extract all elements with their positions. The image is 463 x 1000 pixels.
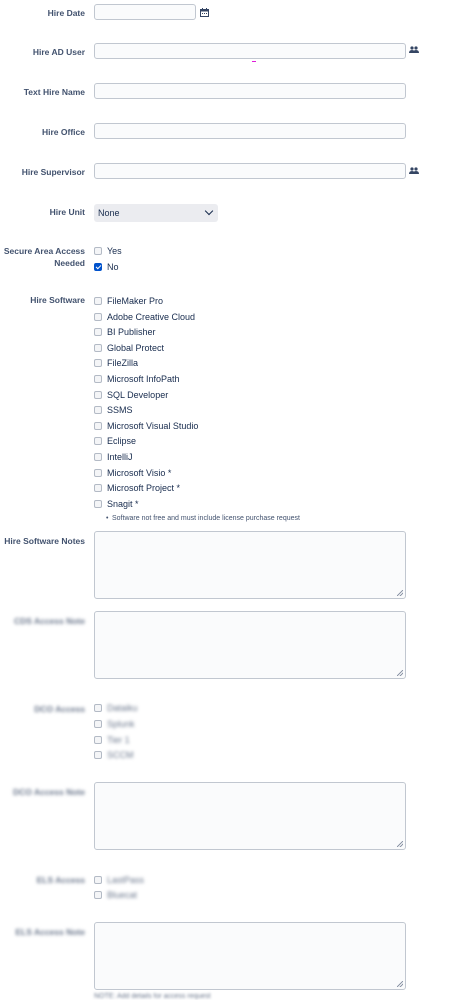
text-hire-name-input[interactable] [94,83,406,99]
hire-date-label: Hire Date [47,8,85,18]
checkbox-label: Tier 1 [107,734,130,745]
hire-unit-label: Hire Unit [49,207,85,217]
software-option-microsoft-project[interactable]: Microsoft Project * [94,481,180,494]
checkbox[interactable] [94,436,102,445]
hire-unit-selected-value: None [98,208,120,218]
checkbox-label: SQL Developer [107,389,169,400]
checkbox[interactable] [94,468,102,477]
software-option-microsoft-infopath[interactable]: Microsoft InfoPath [94,372,180,385]
checkbox[interactable] [94,750,102,759]
checkbox-label: SCCM [107,749,134,760]
checkbox-label: LastPass [107,874,145,885]
dco-option-tier-1[interactable]: Tier 1 [94,733,130,746]
secure-area-label-line1: Secure Area Access [3,246,85,256]
checkbox[interactable] [94,703,102,712]
checkbox[interactable] [94,405,102,414]
checkbox[interactable] [94,421,102,430]
checkbox-label: BI Publisher [107,326,156,337]
checkbox[interactable] [94,875,102,884]
software-license-note: Software not free and must include licen… [106,515,300,522]
checkbox[interactable] [94,390,102,399]
software-option-intellij[interactable]: IntelliJ [94,450,133,463]
checkbox-label: Microsoft Visio * [107,467,172,478]
checkbox[interactable] [94,719,102,728]
hire-date-input[interactable] [94,4,196,20]
checkbox-label: Microsoft Visual Studio [107,420,199,431]
software-option-snagit[interactable]: Snagit * [94,497,139,510]
hire-software-label: Hire Software [30,295,85,305]
hire-office-input[interactable] [94,123,406,139]
checkbox-label: FileMaker Pro [107,295,164,306]
checkbox[interactable] [94,296,102,305]
hire-unit-select[interactable]: None [94,204,218,222]
text-hire-name-label: Text Hire Name [23,87,85,97]
hire-office-label: Hire Office [42,127,85,137]
cds-access-note-label: CDS Access Note [13,616,85,626]
checkbox[interactable] [94,499,102,508]
checkbox-label: IntelliJ [107,451,133,462]
secure-area-option-yes[interactable]: Yes [94,244,122,257]
checkbox[interactable] [94,452,102,461]
software-option-eclipse[interactable]: Eclipse [94,434,136,447]
checkbox[interactable] [94,246,102,255]
hire-ad-user-label: Hire AD User [32,47,85,57]
calendar-icon[interactable] [200,8,209,19]
els-access-note-textarea[interactable] [94,922,406,990]
software-option-microsoft-visio[interactable]: Microsoft Visio * [94,466,171,479]
cds-access-note-textarea[interactable] [94,611,406,679]
secure-area-option-no[interactable]: No [94,260,119,273]
checkbox-label: Splunk [107,718,135,729]
checkbox-label: Dataiku [107,702,138,713]
software-option-filemaker-pro[interactable]: FileMaker Pro [94,294,163,307]
user-group-icon[interactable] [409,46,419,56]
checkbox[interactable] [94,327,102,336]
checkbox-label: No [107,261,119,272]
checkbox-checked[interactable] [94,262,102,271]
dco-option-sccm[interactable]: SCCM [94,748,134,761]
hire-supervisor-input[interactable] [94,163,406,179]
software-option-filezilla[interactable]: FileZilla [94,356,138,369]
els-option-bluecat[interactable]: Bluecat [94,888,137,901]
dco-access-note-label: DCO Access Note [13,787,85,797]
dco-option-splunk[interactable]: Splunk [94,717,135,730]
software-option-sql-developer[interactable]: SQL Developer [94,388,168,401]
hire-software-notes-textarea[interactable] [94,531,406,599]
checkbox-label: Global Protect [107,342,165,353]
hire-ad-user-input[interactable] [94,43,406,59]
software-option-microsoft-visual-studio[interactable]: Microsoft Visual Studio [94,419,198,432]
checkbox-label: Snagit * [107,498,139,509]
checkbox[interactable] [94,735,102,744]
secure-area-label-line2: Needed [54,258,85,268]
dco-access-label: DCO Access [34,704,85,714]
hire-software-notes-label: Hire Software Notes [4,536,85,546]
checkbox[interactable] [94,358,102,367]
checkbox[interactable] [94,483,102,492]
chevron-down-icon [204,206,214,216]
checkbox-label: Bluecat [107,889,138,900]
els-access-label: ELS Access [36,875,85,885]
checkbox[interactable] [94,374,102,383]
checkbox[interactable] [94,343,102,352]
checkbox[interactable] [94,312,102,321]
software-option-bi-publisher[interactable]: BI Publisher [94,325,156,338]
els-option-lastpass[interactable]: LastPass [94,873,144,886]
hire-supervisor-label: Hire Supervisor [21,167,85,177]
text-cursor [252,61,256,62]
checkbox[interactable] [94,890,102,899]
software-option-ssms[interactable]: SSMS [94,403,133,416]
checkbox-label: Yes [107,245,122,256]
els-access-note-label: ELS Access Note [15,927,85,937]
checkbox-label: FileZilla [107,357,139,368]
checkbox-label: Adobe Creative Cloud [107,311,196,322]
checkbox-label: SSMS [107,404,133,415]
dco-option-dataiku[interactable]: Dataiku [94,701,138,714]
checkbox-label: Eclipse [107,435,137,446]
software-option-adobe-creative-cloud[interactable]: Adobe Creative Cloud [94,310,195,323]
dco-access-note-textarea[interactable] [94,782,406,850]
software-option-global-protect[interactable]: Global Protect [94,341,164,354]
checkbox-label: Microsoft Project * [107,482,181,493]
checkbox-label: Microsoft InfoPath [107,373,180,384]
user-group-icon[interactable] [409,167,419,177]
